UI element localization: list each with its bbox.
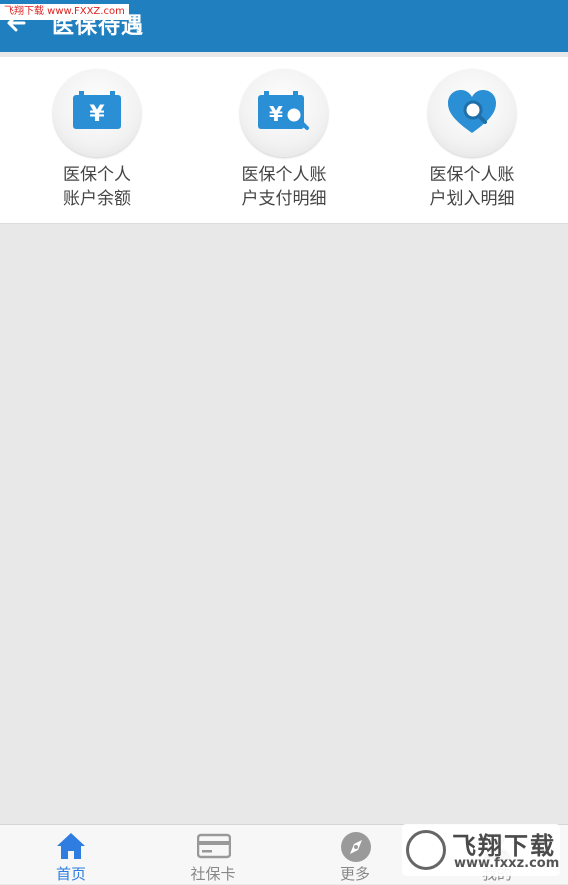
wallet-yuan-icon: ¥ (73, 91, 121, 129)
tab-label: 社保卡 (190, 865, 236, 883)
menu-item-payment-detail[interactable]: ¥ 医保个人账 户支付明细 (214, 69, 354, 219)
card-icon (197, 833, 231, 859)
menu-label: 医保个人 账户余额 (63, 165, 131, 209)
compass-icon (341, 832, 371, 862)
app-header: 医保待遇 飞翔下载 www.FXXZ.com (0, 0, 568, 52)
home-icon (57, 833, 85, 859)
menu-label: 医保个人账 户划入明细 (429, 165, 515, 209)
tab-social-card[interactable]: 社保卡 (142, 825, 284, 885)
menu-grid: ¥ 医保个人 账户余额 ¥ 医保个人账 户支付明细 医保个人账 户划入明细 (0, 57, 568, 224)
menu-item-credit-detail[interactable]: 医保个人账 户划入明细 (402, 69, 542, 219)
svg-text:¥: ¥ (269, 102, 283, 126)
menu-icon-circle (428, 69, 516, 157)
heart-search-icon (448, 90, 496, 133)
watermark-text: 飞翔下载 www.FXXZ.com (0, 4, 129, 20)
svg-text:¥: ¥ (89, 102, 105, 127)
wallet-yuan-search-icon: ¥ (258, 91, 309, 130)
tab-label: 首页 (55, 865, 86, 883)
watermark-logo: 飞翔下载 www.fxxz.com (402, 824, 560, 876)
watermark-url: www.fxxz.com (454, 856, 560, 871)
menu-icon-circle: ¥ (53, 69, 141, 157)
menu-label: 医保个人账 户支付明细 (241, 165, 327, 209)
menu-icon-circle: ¥ (240, 69, 328, 157)
tab-home[interactable]: 首页 (0, 825, 142, 885)
watermark-logo-icon (406, 830, 446, 870)
menu-item-balance[interactable]: ¥ 医保个人 账户余额 (27, 69, 167, 219)
